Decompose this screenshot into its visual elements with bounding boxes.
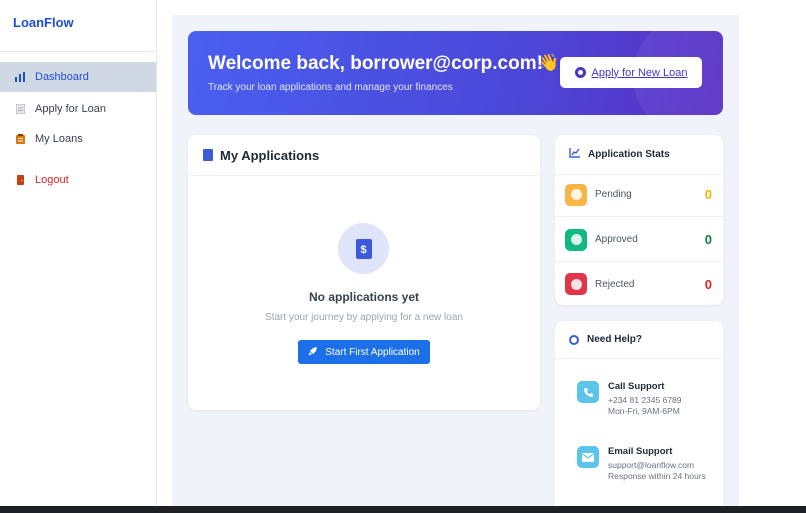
- empty-state-illustration: $: [338, 223, 389, 274]
- sidebar-divider: [0, 51, 156, 52]
- help-header: Need Help?: [555, 321, 723, 359]
- file-icon: [203, 149, 213, 161]
- stat-row-rejected: Rejected 0: [555, 262, 723, 306]
- start-first-application-label: Start First Application: [325, 346, 420, 358]
- sidebar-item-logout[interactable]: Logout: [0, 165, 156, 195]
- sidebar-item-my-loans[interactable]: My Loans: [0, 124, 156, 154]
- envelope-icon: [577, 446, 599, 468]
- sidebar-item-dashboard[interactable]: Dashboard: [0, 62, 156, 92]
- sidebar-item-label: Dashboard: [35, 71, 89, 83]
- lifebuoy-icon: [569, 334, 579, 345]
- stat-row-pending: Pending 0: [555, 173, 723, 217]
- applications-title: My Applications: [220, 147, 320, 163]
- phone-icon: [577, 381, 599, 403]
- stat-label: Approved: [595, 234, 638, 245]
- welcome-banner: Welcome back, borrower@corp.com! 👋 Track…: [188, 31, 723, 115]
- stat-value: 0: [704, 187, 712, 202]
- start-first-application-button[interactable]: Start First Application: [298, 340, 430, 364]
- call-support-title: Call Support: [608, 381, 665, 392]
- line-chart-icon: [569, 148, 580, 161]
- applications-header: My Applications: [188, 135, 540, 176]
- invoice-dollar-icon: $: [355, 238, 372, 259]
- stat-value: 0: [704, 276, 712, 292]
- apply-new-loan-button[interactable]: Apply for New Loan: [560, 57, 702, 88]
- bar-chart-icon: [15, 72, 25, 82]
- apply-new-loan-label: Apply for New Loan: [591, 66, 688, 79]
- x-circle-icon: [565, 273, 587, 295]
- stats-title: Application Stats: [588, 149, 670, 160]
- clipboard-icon: [15, 134, 25, 144]
- sidebar-item-label: Apply for Loan: [35, 103, 106, 115]
- rocket-icon: [308, 346, 318, 359]
- stats-header: Application Stats: [555, 135, 723, 175]
- stat-row-approved: Approved 0: [555, 218, 723, 262]
- brand-logo[interactable]: LoanFlow: [13, 15, 74, 30]
- empty-state-title: No applications yet: [308, 290, 420, 304]
- taskbar-strip: [0, 506, 806, 513]
- stat-label: Pending: [595, 189, 632, 200]
- door-icon: [15, 175, 25, 185]
- email-support-title: Email Support: [608, 446, 673, 457]
- document-icon: [15, 104, 25, 114]
- sidebar-item-label: My Loans: [35, 133, 83, 145]
- email-support-note: Response within 24 hours: [608, 471, 706, 481]
- call-support-hours: Mon-Fri, 9AM-6PM: [608, 406, 680, 416]
- sidebar-item-label: Logout: [35, 174, 69, 186]
- clock-icon: [565, 183, 587, 206]
- waving-hand-icon: 👋: [538, 53, 560, 72]
- plus-circle-icon: [574, 67, 586, 78]
- call-support-phone: +234 81 2345 6789: [608, 395, 682, 405]
- stat-label: Rejected: [595, 278, 635, 290]
- stat-value: 0: [704, 232, 712, 247]
- sidebar: LoanFlow Dashboard Apply for Loan My Loa…: [0, 0, 157, 506]
- empty-state-subtitle: Start your journey by applying for a new…: [265, 312, 463, 323]
- my-applications-card: My Applications $ No applications yet St…: [188, 135, 540, 410]
- welcome-subtitle: Track your loan applications and manage …: [208, 82, 453, 93]
- email-support-text: Email Support support@loanflow.com Respo…: [608, 446, 708, 482]
- email-support-address: support@loanflow.com: [608, 460, 695, 470]
- help-title: Need Help?: [587, 334, 643, 345]
- call-support-text: Call Support +234 81 2345 6789 Mon-Fri, …: [608, 381, 708, 417]
- check-circle-icon: [565, 228, 587, 251]
- sidebar-item-apply-for-loan[interactable]: Apply for Loan: [0, 94, 156, 124]
- welcome-title: Welcome back, borrower@corp.com!: [208, 53, 543, 74]
